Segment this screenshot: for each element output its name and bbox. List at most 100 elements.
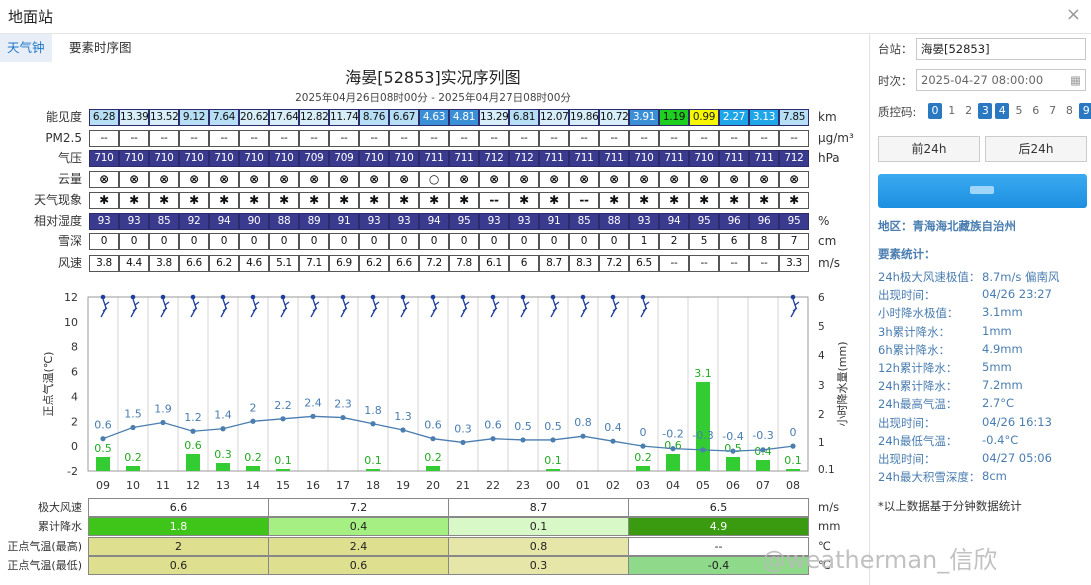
time-value: 2025-04-27 08:00:00 (921, 73, 1044, 87)
wind-barb-station (370, 294, 376, 300)
wind-barb (460, 298, 467, 318)
close-icon[interactable]: × (1066, 4, 1081, 25)
stat-row: 24h最低气温： -0.4°C (878, 433, 1018, 449)
summary-cell: 6.6 (88, 498, 269, 517)
stat-row: 6h累计降水： 4.9mm (878, 342, 1023, 358)
stat-value: 8cm (982, 469, 1007, 484)
wind-barb (160, 298, 167, 318)
x-tick-label: 18 (366, 479, 380, 492)
qc-code-9[interactable]: 9 (1079, 103, 1091, 119)
wind-barb-station (400, 294, 406, 300)
x-tick-label: 13 (216, 479, 230, 492)
x-tick-label: 07 (756, 479, 770, 492)
button-label-blurred (970, 186, 994, 194)
summary-cell: 2.4 (268, 537, 449, 556)
qc-code-3[interactable]: 3 (978, 103, 993, 119)
temperature-label: 0.5 (514, 420, 532, 433)
qc-code-7[interactable]: 7 (1046, 103, 1060, 119)
y-tick-label: -2 (67, 465, 78, 478)
x-tick-label: 00 (546, 479, 560, 492)
wind-barb-station (520, 294, 526, 300)
wind-barb (100, 298, 107, 318)
next-24h-button[interactable]: 后24h (985, 136, 1087, 162)
temperature-label: 1.4 (214, 409, 232, 422)
x-tick-label: 19 (396, 479, 410, 492)
calendar-icon[interactable]: ▦ (1070, 70, 1081, 90)
summary-cell: 2 (88, 537, 269, 556)
wind-barb (280, 298, 287, 318)
precip-bar (726, 457, 740, 471)
qc-code-4[interactable]: 4 (995, 103, 1010, 119)
qc-code-0[interactable]: 0 (928, 103, 942, 119)
wind-barb (220, 298, 227, 318)
precip-label: 0.2 (634, 451, 652, 464)
temperature-label: 1.8 (364, 404, 382, 417)
qc-code-8[interactable]: 8 (1062, 103, 1076, 119)
stat-key: 24h累计降水： (878, 379, 958, 394)
precip-bar (636, 466, 650, 471)
wind-barb (250, 298, 257, 318)
x-tick-label: 01 (576, 479, 590, 492)
stat-row: 12h累计降水： 5mm (878, 360, 1012, 376)
summary-cell: 0.3 (448, 556, 629, 575)
x-tick-label: 02 (606, 479, 620, 492)
qc-code-5[interactable]: 5 (1012, 103, 1026, 119)
temperature-point (460, 439, 466, 446)
temperature-label: 2 (250, 401, 257, 414)
temperature-point (100, 436, 106, 442)
x-tick-label: 22 (486, 479, 500, 492)
temperature-label: 0.3 (454, 422, 472, 435)
summary-cell: 0.6 (88, 556, 269, 575)
wind-barb (130, 298, 137, 318)
temperature-label: 1.9 (154, 403, 172, 416)
stat-key: 出现时间： (878, 452, 936, 466)
temperature-point (310, 413, 316, 419)
x-tick-label: 14 (246, 479, 260, 492)
wind-barb (610, 298, 617, 318)
y2-axis-title: 小时降水量(mm) (835, 341, 849, 426)
temperature-point (160, 419, 166, 426)
stat-key: 3h累计降水： (878, 324, 951, 339)
temperature-label: 0 (790, 426, 797, 439)
temperature-label: 0.6 (484, 419, 502, 432)
station-label: 台站： (878, 42, 913, 56)
query-button[interactable] (878, 174, 1087, 208)
wind-barb (340, 298, 347, 318)
prev-24h-button[interactable]: 前24h (878, 136, 980, 162)
y-tick-label: 12 (64, 291, 78, 304)
x-tick-label: 11 (156, 479, 170, 492)
x-tick-label: 03 (636, 479, 650, 492)
qc-code-1[interactable]: 1 (945, 103, 959, 119)
y-axis-title: 正点气温(℃) (41, 352, 55, 417)
x-tick-label: 16 (306, 479, 320, 492)
station-input[interactable]: 海晏[52853] (916, 38, 1086, 60)
temperature-label: 1.3 (394, 410, 412, 423)
stat-value: 04/26 16:13 (982, 414, 1052, 429)
time-label: 时次： (878, 74, 913, 88)
stat-key: 24h极大风速极值： (878, 270, 981, 284)
precip-bar (546, 469, 560, 471)
x-tick-label: 09 (96, 479, 110, 492)
stats-title: 要素统计： (878, 247, 936, 261)
temperature-point (640, 443, 646, 449)
qc-code-2[interactable]: 2 (962, 103, 976, 119)
panel-divider (869, 34, 870, 585)
qc-code-6[interactable]: 6 (1029, 103, 1043, 119)
wind-barb (640, 298, 647, 318)
stat-row: 出现时间： 04/26 16:13 (878, 415, 1052, 431)
stat-value: 5mm (982, 360, 1012, 374)
x-tick-label: 23 (516, 479, 530, 492)
wind-barb (400, 298, 407, 318)
stat-row: 24h极大风速极值： 8.7m/s 偏南风 (878, 269, 1060, 285)
summary-row-label: 正点气温(最低) (7, 559, 82, 572)
precip-bar (246, 466, 260, 471)
stat-value: 8.7m/s 偏南风 (982, 270, 1060, 284)
time-input[interactable]: 2025-04-27 08:00:00 ▦ (916, 69, 1086, 91)
wind-barb-station (580, 294, 586, 300)
temperature-label: 0 (640, 426, 647, 439)
y-tick-label: 6 (71, 366, 78, 379)
stat-row: 3h累计降水： 1mm (878, 324, 1012, 340)
precip-label: 3.1 (694, 367, 712, 380)
x-tick-label: 08 (786, 479, 800, 492)
wind-barb-station (280, 294, 286, 300)
